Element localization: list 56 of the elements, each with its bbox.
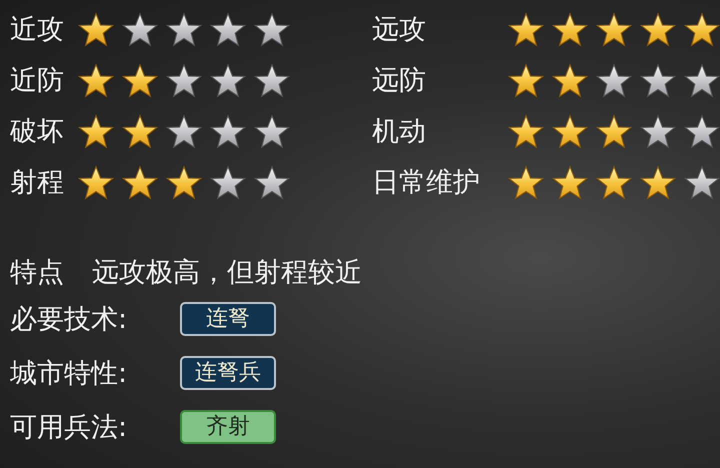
star-icon xyxy=(210,164,246,200)
stat-label: 破坏 xyxy=(10,118,65,145)
stat-label: 射程 xyxy=(10,169,65,196)
requirement-label: 必要技术: xyxy=(10,306,128,332)
star-icon xyxy=(122,12,158,48)
star-icon xyxy=(552,114,588,150)
star-icon xyxy=(508,114,544,150)
star-icon xyxy=(122,164,158,200)
requirement-tag[interactable]: 连弩兵 xyxy=(180,356,276,390)
star-icon xyxy=(684,62,720,98)
requirement-tag[interactable]: 连弩 xyxy=(180,302,276,336)
star-icon xyxy=(596,114,632,150)
star-icon xyxy=(596,164,632,200)
star-icon xyxy=(210,62,246,98)
stat-label: 日常维护 xyxy=(372,169,481,196)
star-icon xyxy=(640,164,676,200)
star-icon xyxy=(508,164,544,200)
star-icon xyxy=(122,114,158,150)
requirement-label: 可用兵法: xyxy=(10,414,128,440)
feature-text: 远攻极高，但射程较近 xyxy=(92,258,362,286)
star-icon xyxy=(166,62,202,98)
star-icon xyxy=(640,12,676,48)
star-icon xyxy=(78,12,114,48)
star-icon xyxy=(254,62,290,98)
stat-label: 机动 xyxy=(372,118,427,145)
star-icon xyxy=(508,62,544,98)
star-icon xyxy=(78,114,114,150)
star-icon xyxy=(552,62,588,98)
star-icon xyxy=(166,164,202,200)
star-icon xyxy=(254,114,290,150)
stat-label: 远防 xyxy=(372,67,427,94)
star-icon xyxy=(122,62,158,98)
star-icon xyxy=(254,164,290,200)
star-icon xyxy=(684,164,720,200)
star-icon xyxy=(640,114,676,150)
star-icon xyxy=(552,164,588,200)
star-icon xyxy=(78,62,114,98)
star-icon xyxy=(210,114,246,150)
star-icon xyxy=(596,12,632,48)
star-icon xyxy=(640,62,676,98)
feature-label: 特点 xyxy=(10,258,64,286)
requirement-tag[interactable]: 齐射 xyxy=(180,410,276,444)
star-icon xyxy=(684,114,720,150)
star-icon xyxy=(166,12,202,48)
star-icon xyxy=(210,12,246,48)
star-icon xyxy=(684,12,720,48)
star-icon xyxy=(508,12,544,48)
star-icon xyxy=(552,12,588,48)
star-icon xyxy=(78,164,114,200)
stat-label: 近攻 xyxy=(10,16,65,43)
star-icon xyxy=(254,12,290,48)
requirement-label: 城市特性: xyxy=(10,360,128,386)
stat-label: 远攻 xyxy=(372,16,427,43)
star-icon xyxy=(166,114,202,150)
stat-label: 近防 xyxy=(10,67,65,94)
star-icon xyxy=(596,62,632,98)
